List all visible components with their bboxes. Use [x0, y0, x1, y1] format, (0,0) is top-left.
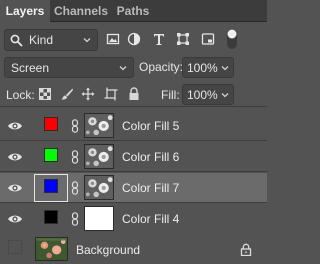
layer-name: Color Fill 7: [122, 181, 180, 195]
layer-name: Color Fill 4: [122, 212, 180, 226]
background-thumbnail: [35, 237, 68, 261]
layer-row[interactable]: Color Fill 6: [0, 142, 267, 172]
eye-icon[interactable]: [7, 120, 23, 132]
fill-color-swatch[interactable]: [44, 179, 58, 193]
opacity-field[interactable]: 100%: [182, 57, 234, 78]
filter-kind-label: Kind: [29, 33, 54, 47]
tab-layers[interactable]: Layers: [0, 0, 50, 23]
fill-color-swatch[interactable]: [44, 210, 58, 224]
link-icon[interactable]: [71, 181, 79, 195]
visibility-toggle-empty[interactable]: [8, 240, 22, 254]
layer-row[interactable]: Color Fill 4: [0, 204, 267, 234]
chevron-down-icon[interactable]: [221, 91, 229, 99]
layer-mask-thumbnail[interactable]: [84, 175, 114, 200]
layer-name: Background: [76, 243, 141, 257]
lock-row: Lock: Fill: 100%: [0, 82, 267, 107]
fill-field[interactable]: 100%: [182, 84, 234, 105]
layer-row[interactable]: Color Fill 5: [0, 111, 267, 141]
lock-label: Lock:: [6, 88, 35, 102]
lock-transparent-pixels-icon[interactable]: [38, 87, 52, 101]
tab-channels[interactable]: Channels: [53, 0, 109, 22]
lock-artboard-icon[interactable]: [104, 87, 118, 101]
layer-mask-thumbnail[interactable]: [84, 206, 114, 231]
chevron-down-icon[interactable]: [221, 64, 229, 72]
layer-name: Color Fill 5: [122, 119, 180, 133]
pixel-layer-filter-icon[interactable]: [106, 32, 120, 46]
tab-paths[interactable]: Paths: [114, 0, 152, 22]
adjustment-layer-filter-icon[interactable]: [127, 32, 141, 46]
opacity-value: 100%: [187, 61, 218, 75]
panel-tab-bar: Layers Channels Paths: [0, 0, 267, 23]
shape-layer-filter-icon[interactable]: [176, 32, 190, 46]
eye-icon[interactable]: [7, 182, 23, 194]
layer-row-background[interactable]: Background: [0, 233, 267, 263]
lock-icon: [240, 243, 252, 256]
eye-icon[interactable]: [7, 151, 23, 163]
link-icon[interactable]: [71, 212, 79, 226]
chevron-down-icon: [119, 66, 127, 71]
chevron-down-icon: [83, 38, 91, 43]
layer-name: Color Fill 6: [122, 150, 180, 164]
blend-mode-select[interactable]: Screen: [4, 57, 134, 78]
type-layer-filter-icon[interactable]: [152, 32, 166, 46]
layer-mask-thumbnail[interactable]: [84, 144, 114, 169]
filter-kind-select[interactable]: Kind: [4, 29, 98, 51]
layer-row[interactable]: Color Fill 7: [0, 173, 267, 203]
filter-toggle-icon[interactable]: [226, 28, 238, 50]
lock-image-pixels-icon[interactable]: [60, 87, 74, 101]
smart-object-filter-icon[interactable]: [201, 32, 215, 46]
search-icon: [10, 34, 23, 47]
fill-color-swatch[interactable]: [44, 117, 58, 131]
layer-mask-thumbnail[interactable]: [84, 113, 114, 138]
fill-color-swatch[interactable]: [44, 148, 58, 162]
layers-panel: Layers Channels Paths Kind Screen Opacit…: [0, 0, 267, 264]
link-icon[interactable]: [71, 150, 79, 164]
blend-row: Screen Opacity: 100%: [0, 55, 267, 81]
opacity-label: Opacity:: [139, 60, 184, 74]
layer-filter-row: Kind: [0, 25, 267, 55]
lock-all-icon[interactable]: [127, 87, 141, 101]
fill-label: Fill:: [161, 88, 180, 102]
eye-icon[interactable]: [7, 213, 23, 225]
lock-position-icon[interactable]: [81, 87, 95, 101]
fill-value: 100%: [187, 88, 218, 102]
blend-mode-value: Screen: [11, 61, 50, 75]
link-icon[interactable]: [71, 119, 79, 133]
